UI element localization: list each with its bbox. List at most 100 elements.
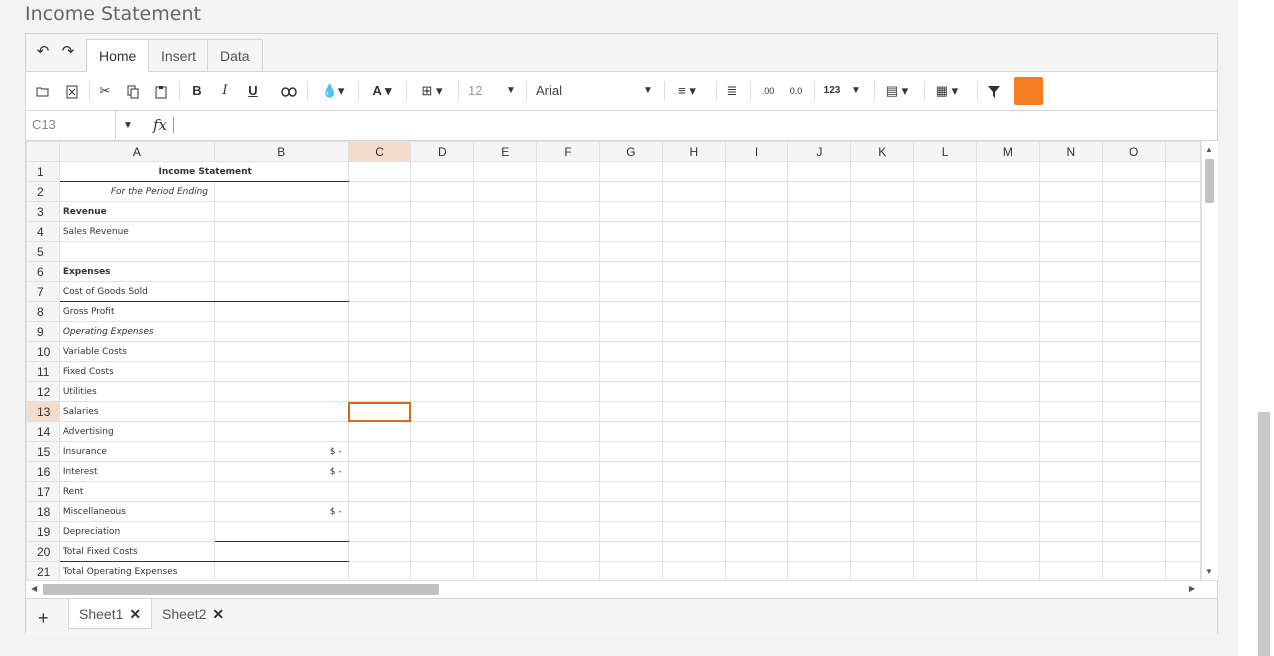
cell-h15[interactable] [661,441,726,462]
cell-d20[interactable] [410,541,475,562]
cell-e14[interactable] [473,421,538,442]
cell-n13[interactable] [1038,401,1103,422]
cell-j1[interactable] [787,161,852,182]
cell-f12[interactable] [536,381,600,402]
open-icon[interactable] [35,81,51,101]
row-header[interactable]: 2 [26,181,60,202]
cell-a21[interactable]: Total Operating Expenses [58,561,216,580]
row-header[interactable]: 4 [26,221,60,242]
cell-l14[interactable] [913,421,977,442]
cell-o20[interactable] [1101,541,1166,562]
column-header-c[interactable]: C [347,141,412,162]
cell-k6[interactable] [850,261,915,282]
cell-i11[interactable] [724,361,789,382]
cell-extra2[interactable] [1164,181,1201,202]
sheet-tab-sheet1[interactable]: Sheet1 ✕ [68,599,153,629]
cell-m4[interactable] [975,221,1040,242]
cell-c7[interactable] [347,281,412,302]
cell-i6[interactable] [724,261,789,282]
cell-o12[interactable] [1101,381,1166,402]
cell-e10[interactable] [473,341,538,362]
cell-g20[interactable] [598,541,663,562]
italic-button[interactable]: I [217,81,233,101]
gridlines-toggle-button[interactable] [1014,77,1043,105]
cell-g18[interactable] [598,501,663,522]
bold-button[interactable]: B [189,81,205,101]
cell-a12[interactable]: Utilities [58,381,216,402]
cell-l20[interactable] [913,541,977,562]
cell-h14[interactable] [661,421,726,442]
row-header[interactable]: 12 [26,381,60,402]
cell-f1[interactable] [536,161,600,182]
cell-d13[interactable] [410,401,475,422]
cell-h16[interactable] [661,461,726,482]
row-header[interactable]: 6 [26,261,60,282]
cell-d12[interactable] [410,381,475,402]
cell-c17[interactable] [347,481,412,502]
cell-a18[interactable]: Miscellaneous [58,501,216,522]
cell-o16[interactable] [1101,461,1166,482]
cell-extra3[interactable] [1164,201,1201,222]
cell-c21[interactable] [347,561,412,580]
cell-d17[interactable] [410,481,475,502]
cell-j7[interactable] [787,281,852,302]
cell-f3[interactable] [536,201,600,222]
cell-g8[interactable] [598,301,663,322]
cell-n21[interactable] [1038,561,1103,580]
cell-l2[interactable] [913,181,977,202]
name-box[interactable]: C13 [26,111,116,139]
cell-j16[interactable] [787,461,852,482]
cell-extra21[interactable] [1164,561,1201,580]
cell-n17[interactable] [1038,481,1103,502]
cell-k19[interactable] [850,521,915,542]
cell-f21[interactable] [536,561,600,580]
cell-k9[interactable] [850,321,915,342]
cell-i9[interactable] [724,321,789,342]
cell-n15[interactable] [1038,441,1103,462]
cell-c5[interactable] [347,241,412,262]
cell-a5[interactable] [58,241,216,262]
cell-o4[interactable] [1101,221,1166,242]
cell-c8[interactable] [347,301,412,322]
cell-l16[interactable] [913,461,977,482]
cell-b14[interactable] [214,421,349,442]
column-header-d[interactable]: D [410,141,475,162]
cell-d8[interactable] [410,301,475,322]
cell-g7[interactable] [598,281,663,302]
column-header-a[interactable]: A [58,141,216,162]
cell-l13[interactable] [913,401,977,422]
close-icon[interactable]: ✕ [212,606,224,622]
cell-d2[interactable] [410,181,475,202]
cell-b7[interactable] [214,281,349,302]
cell-d15[interactable] [410,441,475,462]
align-icon[interactable]: ≡ ▾ [672,81,702,101]
cell-h3[interactable] [661,201,726,222]
cell-o15[interactable] [1101,441,1166,462]
column-header-b[interactable]: B [214,141,349,162]
cell-i2[interactable] [724,181,789,202]
cell-extra4[interactable] [1164,221,1201,242]
cell-f15[interactable] [536,441,600,462]
cell-n16[interactable] [1038,461,1103,482]
cell-m13[interactable] [975,401,1040,422]
cell-g3[interactable] [598,201,663,222]
cell-n7[interactable] [1038,281,1103,302]
cell-f13[interactable] [536,401,600,422]
cell-j3[interactable] [787,201,852,222]
cell-i3[interactable] [724,201,789,222]
scroll-left-icon[interactable]: ◀ [31,584,37,593]
cell-n1[interactable] [1038,161,1103,182]
cell-b8[interactable] [214,301,349,322]
cell-g16[interactable] [598,461,663,482]
cell-n12[interactable] [1038,381,1103,402]
cell-e13[interactable] [473,401,538,422]
cell-c18[interactable] [347,501,412,522]
cell-j15[interactable] [787,441,852,462]
cell-h4[interactable] [661,221,726,242]
cell-h8[interactable] [661,301,726,322]
cell-f5[interactable] [536,241,600,262]
wrap-text-icon[interactable]: ≣ [724,81,740,101]
cell-m14[interactable] [975,421,1040,442]
cell-m1[interactable] [975,161,1040,182]
link-icon[interactable] [279,81,299,101]
